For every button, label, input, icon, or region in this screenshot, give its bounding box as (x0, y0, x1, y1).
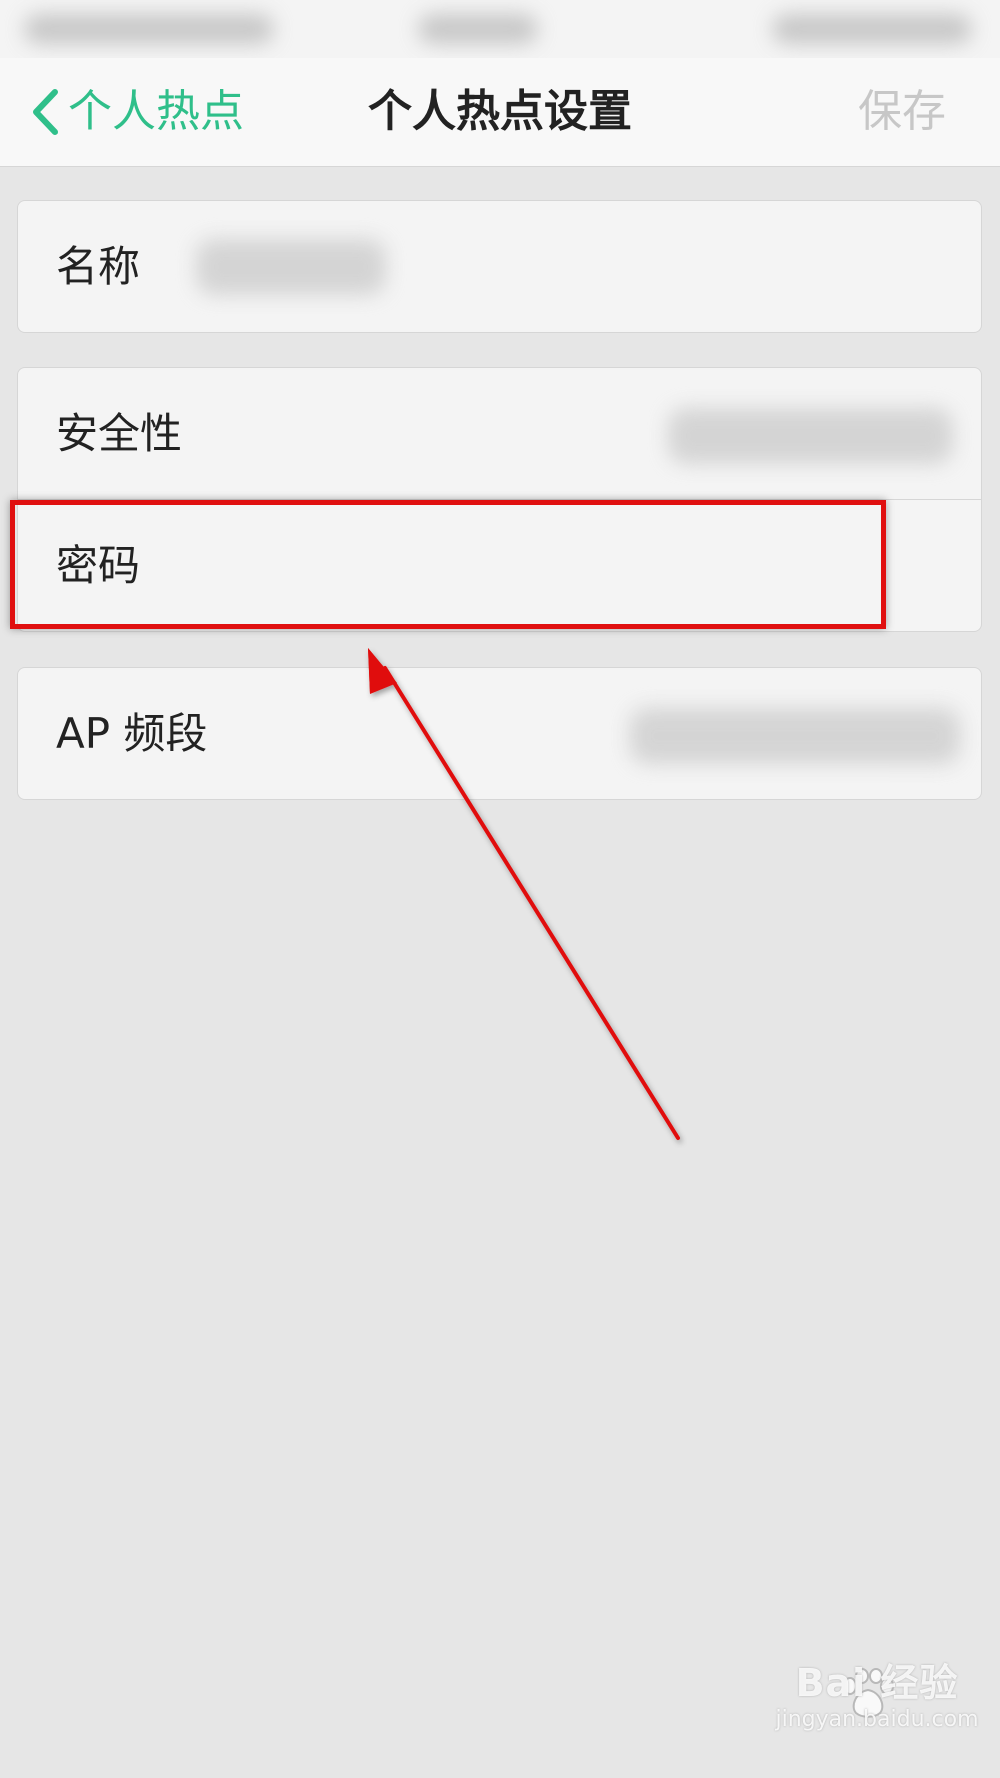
status-carrier-blurred (24, 14, 274, 44)
ap-band-card: AP 频段 (17, 667, 982, 800)
watermark: Bai 经验 jingyan.baidu.com (767, 1660, 987, 1734)
navigation-bar: 个人热点 个人热点设置 保存 (0, 58, 1000, 167)
security-label: 安全性 (56, 408, 183, 458)
save-button[interactable]: 保存 (858, 84, 946, 140)
status-bar (0, 0, 1000, 58)
status-time-blurred (418, 14, 538, 44)
ap-band-row[interactable]: AP 频段 (18, 668, 981, 799)
password-row[interactable]: 密码 (18, 499, 981, 631)
ap-band-value-blurred (630, 708, 960, 764)
security-value-blurred (668, 408, 953, 464)
ap-band-label: AP 频段 (56, 708, 208, 758)
watermark-logo: Bai 经验 (795, 1661, 959, 1705)
name-label: 名称 (56, 241, 141, 291)
watermark-url: jingyan.baidu.com (775, 1707, 979, 1732)
name-card: 名称 (17, 200, 982, 333)
page-title: 个人热点设置 (368, 86, 632, 137)
security-row[interactable]: 安全性 (18, 368, 981, 499)
status-battery-blurred (772, 14, 972, 44)
password-label: 密码 (56, 540, 141, 590)
name-value-blurred (196, 239, 386, 295)
security-card: 安全性 密码 (17, 367, 982, 632)
name-row[interactable]: 名称 (18, 201, 981, 332)
